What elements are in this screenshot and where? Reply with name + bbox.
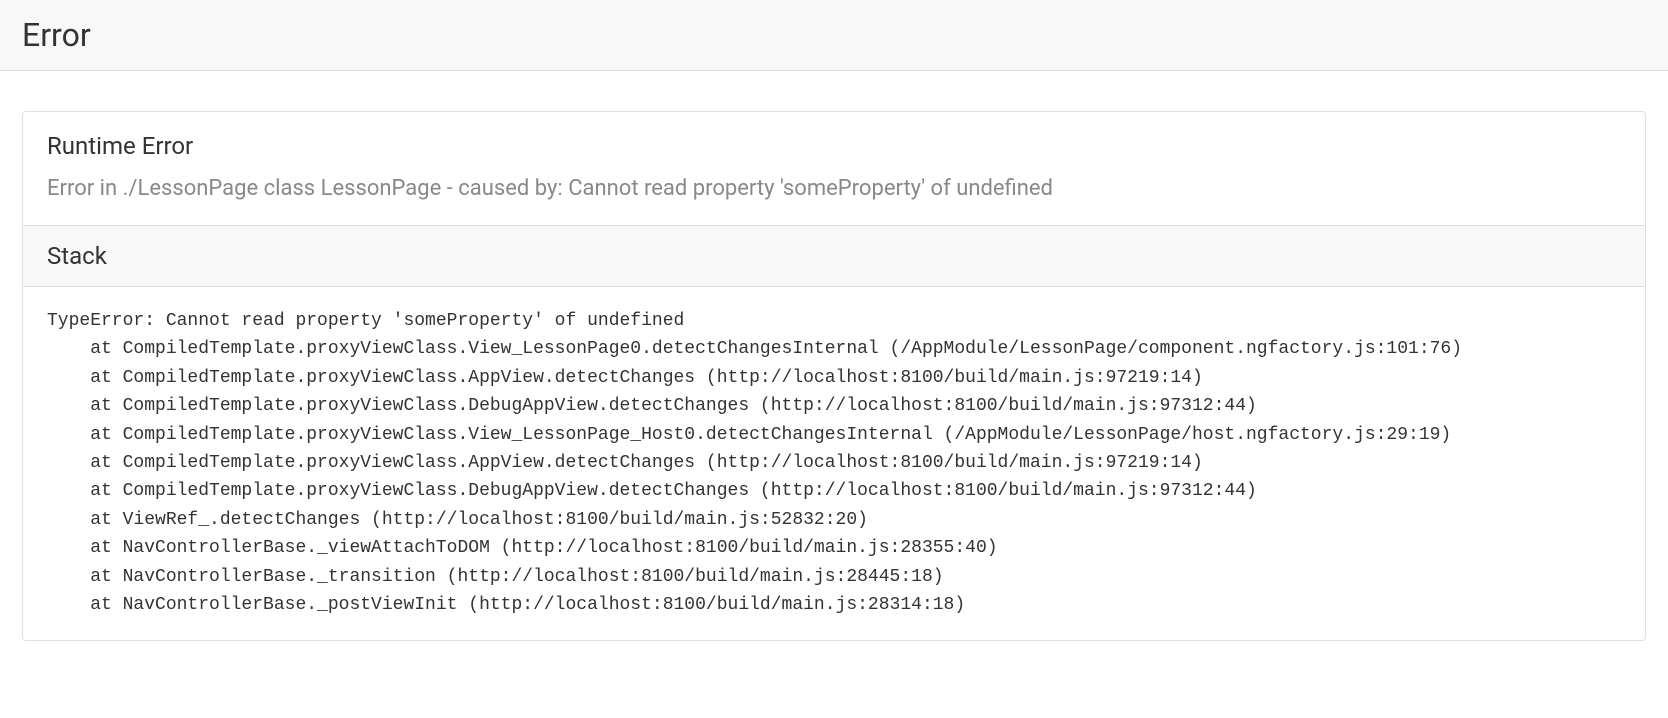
stack-title: Stack <box>47 242 1621 270</box>
stack-body-section: TypeError: Cannot read property 'somePro… <box>23 287 1645 640</box>
error-summary-section: Runtime Error Error in ./LessonPage clas… <box>23 112 1645 226</box>
error-title: Runtime Error <box>47 132 1621 160</box>
error-message: Error in ./LessonPage class LessonPage -… <box>47 174 1621 205</box>
page-content: Runtime Error Error in ./LessonPage clas… <box>0 71 1668 663</box>
stack-trace: TypeError: Cannot read property 'somePro… <box>47 307 1621 620</box>
page-header: Error <box>0 0 1668 71</box>
error-card: Runtime Error Error in ./LessonPage clas… <box>22 111 1646 641</box>
stack-header-section: Stack <box>23 226 1645 287</box>
page-title: Error <box>22 16 1646 54</box>
